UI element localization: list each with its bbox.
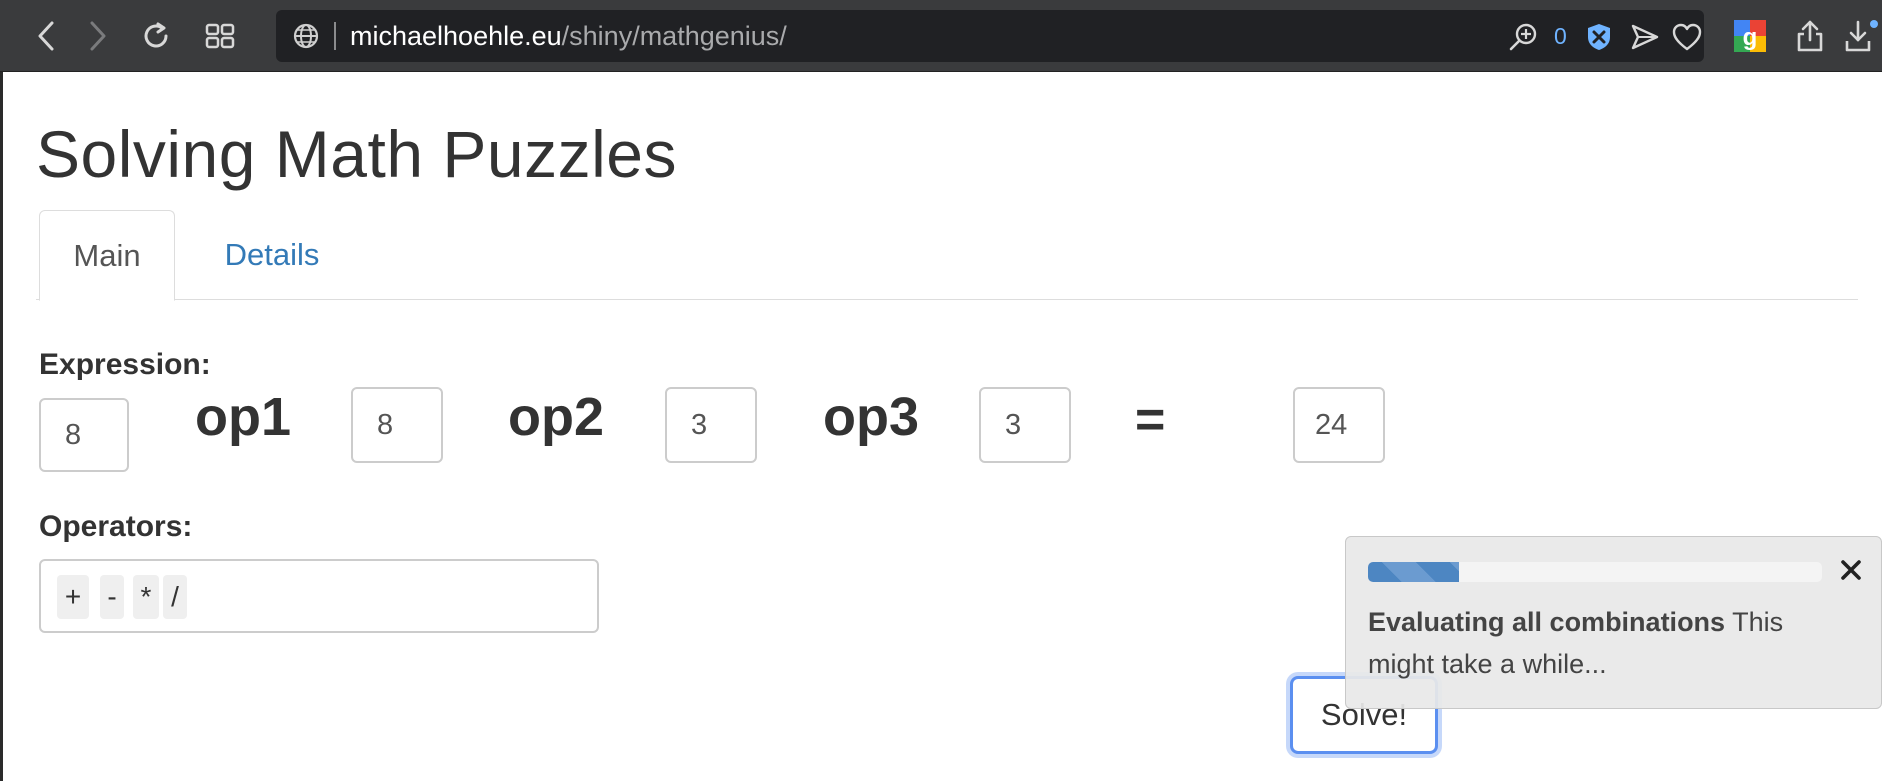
browser-toolbar: michaelhoehle.eu/shiny/mathgenius/ 0 g [0, 0, 1882, 72]
url-separator [334, 22, 336, 50]
url-path: /shiny/mathgenius/ [561, 21, 787, 51]
progress-bar [1368, 562, 1822, 582]
zoom-in-icon[interactable] [1508, 22, 1538, 52]
tab-details[interactable]: Details [204, 210, 340, 300]
op3-label: op3 [823, 387, 920, 447]
send-icon[interactable] [1630, 22, 1660, 52]
progress-bar-fill [1368, 562, 1459, 582]
number-1-input[interactable] [39, 398, 129, 472]
svg-text:g: g [1743, 24, 1758, 51]
operator-chip[interactable]: - [100, 575, 124, 619]
reload-button[interactable] [134, 14, 178, 58]
number-2-input[interactable] [351, 387, 443, 463]
chevron-left-icon [38, 21, 54, 51]
op1-label: op1 [195, 387, 292, 447]
address-bar[interactable]: michaelhoehle.eu/shiny/mathgenius/ 0 [276, 10, 1704, 62]
share-icon[interactable] [1790, 16, 1830, 56]
back-button[interactable] [24, 14, 68, 58]
number-4-input[interactable] [979, 387, 1071, 463]
globe-icon [292, 22, 320, 50]
chevron-right-icon [90, 21, 106, 51]
expression-label: Expression: [39, 348, 211, 381]
operator-chip[interactable]: + [57, 575, 89, 619]
equals-sign: = [1135, 391, 1166, 449]
operator-chip[interactable]: / [163, 575, 187, 619]
page-title: Solving Math Puzzles [36, 117, 677, 191]
forward-button[interactable] [76, 14, 120, 58]
tab-main[interactable]: Main [39, 210, 175, 301]
tracker-count: 0 [1554, 23, 1567, 49]
notification-text: Evaluating all combinations This might t… [1368, 601, 1848, 685]
close-icon [1841, 560, 1861, 580]
op2-label: op2 [508, 387, 605, 447]
download-icon[interactable] [1844, 16, 1882, 56]
tab-overview-button[interactable] [198, 14, 242, 58]
google-extension-icon[interactable]: g [1730, 16, 1770, 56]
shield-icon[interactable] [1584, 22, 1614, 52]
operator-chip[interactable]: * [133, 575, 159, 619]
progress-notification: Evaluating all combinations This might t… [1345, 536, 1882, 709]
operators-multiselect[interactable]: + - * / [39, 559, 599, 633]
close-button[interactable] [1834, 553, 1868, 587]
tab-overview-icon [205, 23, 235, 49]
notification-title: Evaluating all combinations [1368, 607, 1726, 637]
heart-icon[interactable] [1672, 22, 1702, 52]
result-input[interactable] [1293, 387, 1385, 463]
operators-label: Operators: [39, 510, 193, 543]
tab-bar: Main Details [36, 210, 1858, 301]
url-host: michaelhoehle.eu [350, 21, 562, 51]
reload-icon [144, 22, 168, 48]
number-3-input[interactable] [665, 387, 757, 463]
url-text[interactable]: michaelhoehle.eu/shiny/mathgenius/ [350, 20, 787, 52]
